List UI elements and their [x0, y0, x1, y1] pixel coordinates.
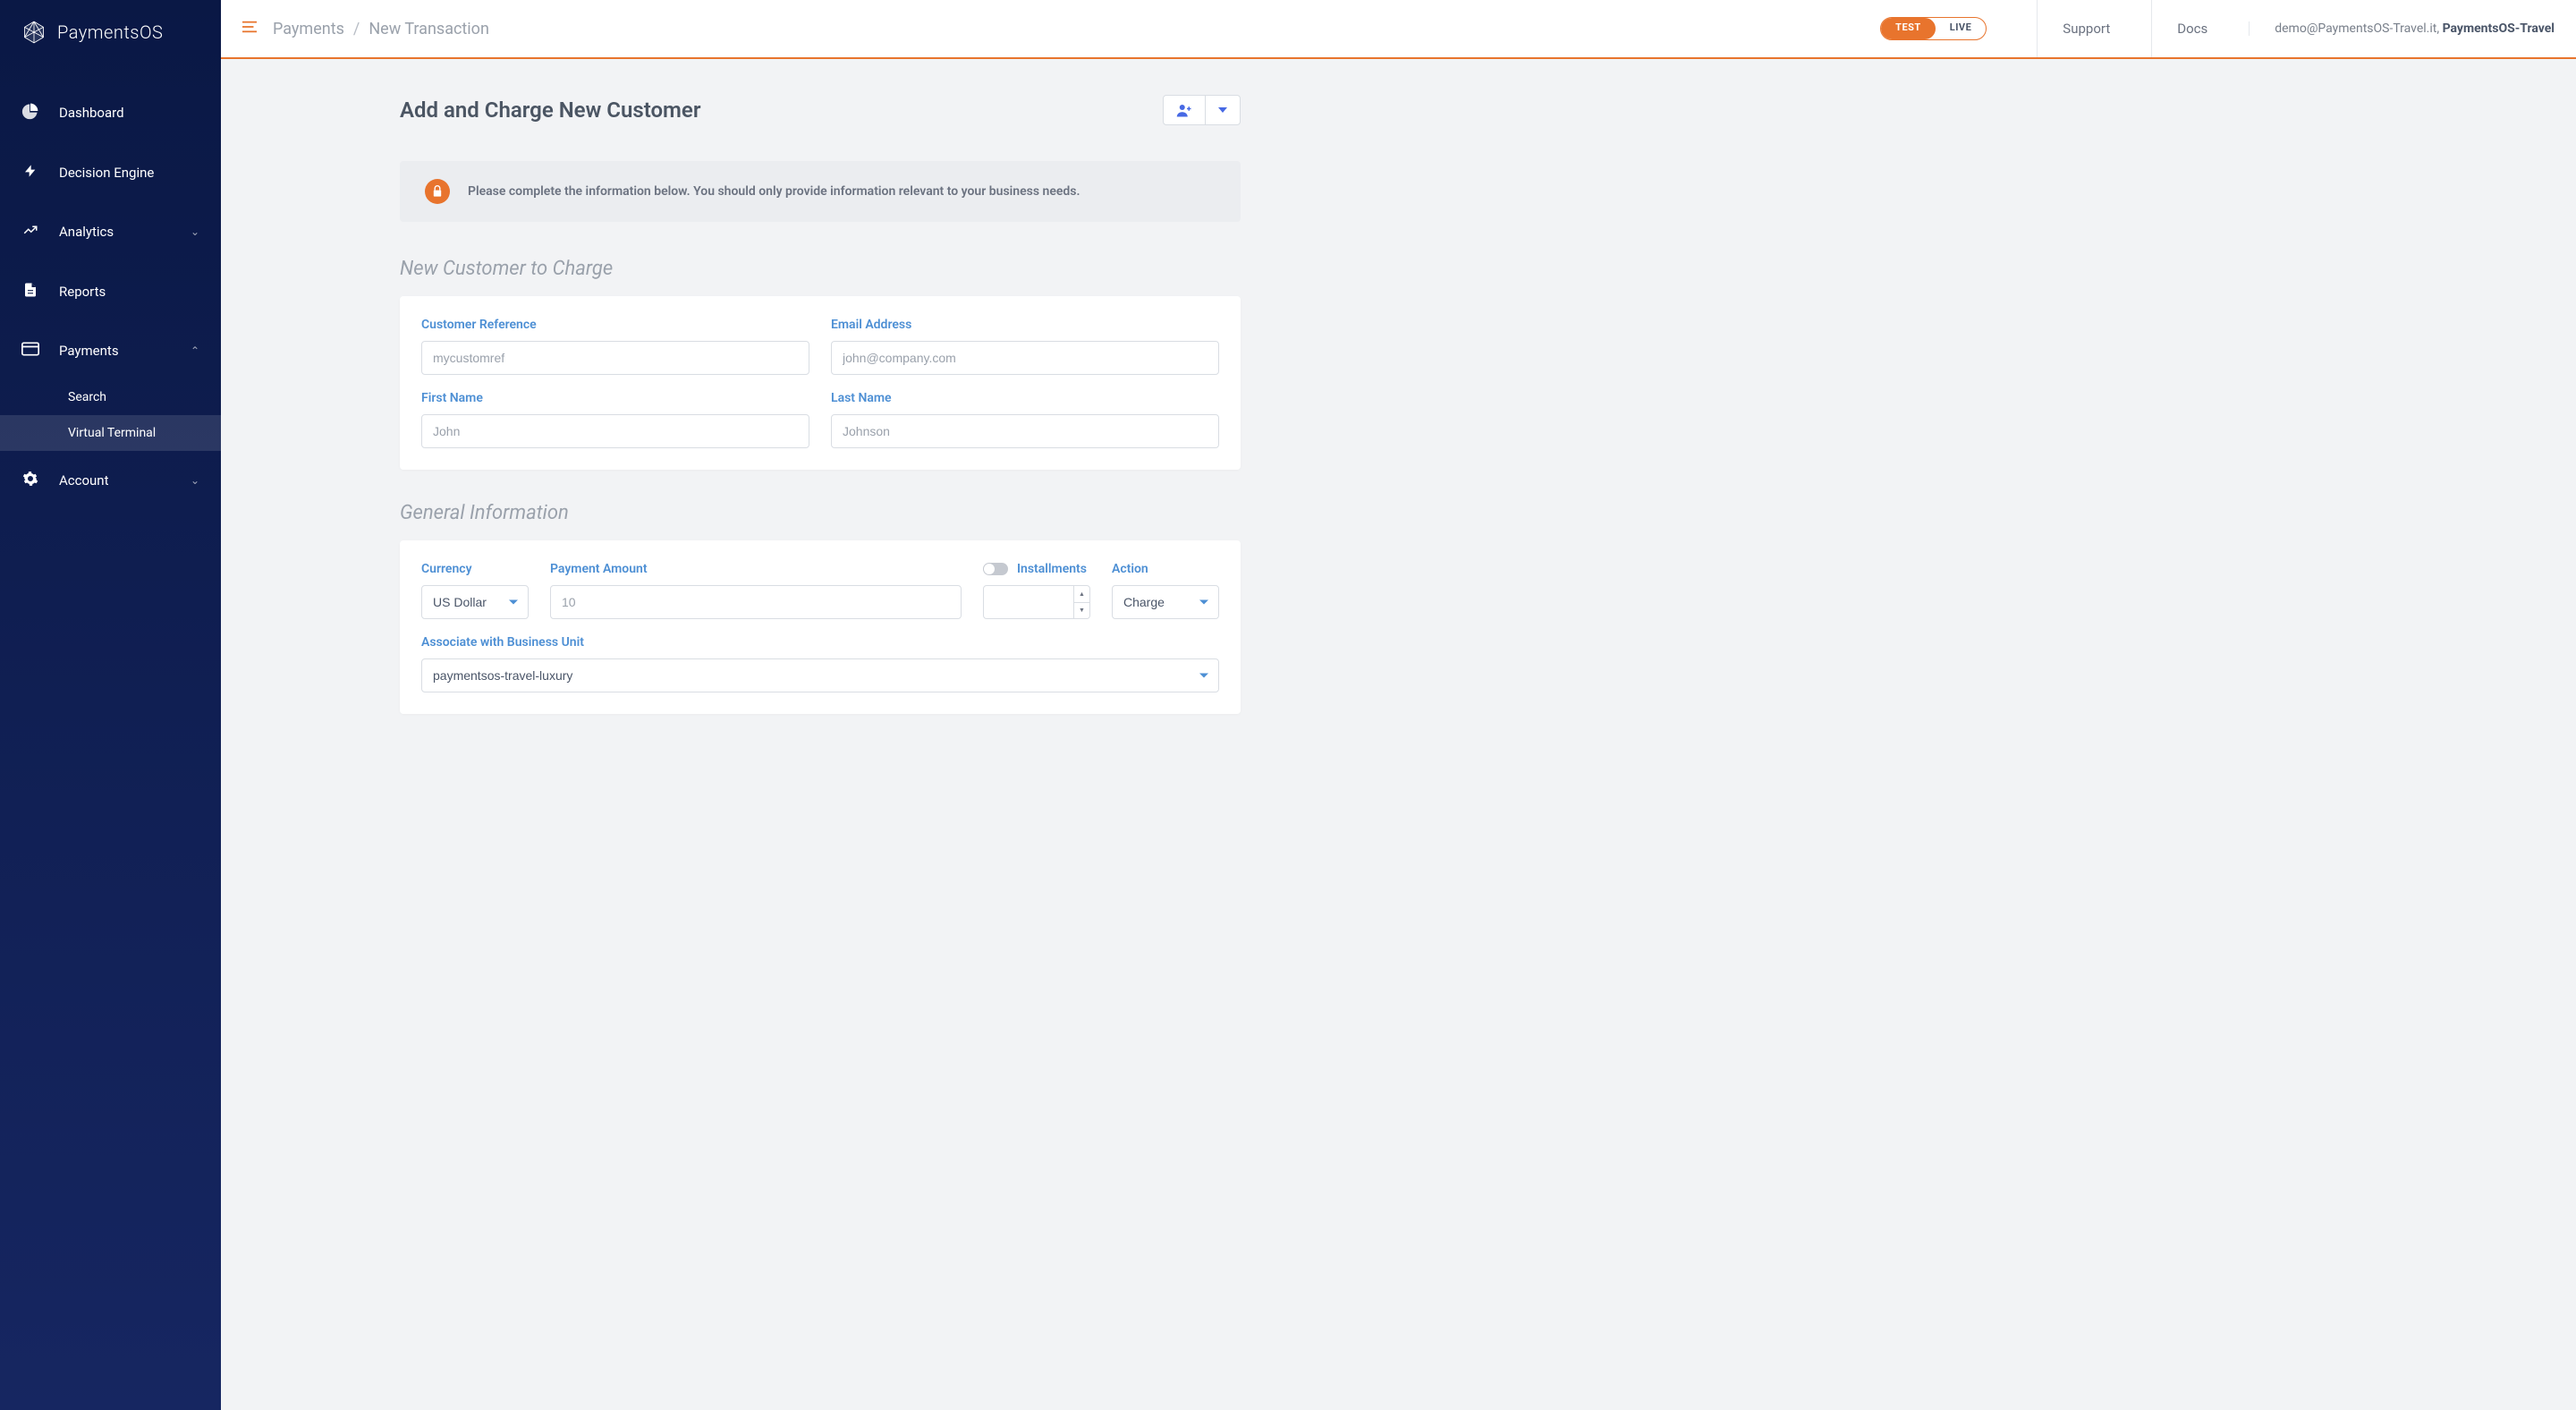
document-icon	[21, 281, 39, 302]
customer-dropdown-button[interactable]	[1206, 96, 1240, 124]
installments-up-button[interactable]: ▲	[1074, 586, 1089, 603]
credit-card-icon	[21, 342, 39, 360]
first-name-label: First Name	[421, 391, 809, 405]
customer-card: Customer Reference Email Address First N…	[400, 296, 1241, 470]
currency-label: Currency	[421, 562, 529, 576]
installments-label: Installments	[1017, 562, 1087, 576]
hamburger-icon[interactable]	[242, 21, 257, 37]
first-name-input[interactable]	[421, 414, 809, 448]
topnav-support[interactable]: Support	[2037, 0, 2135, 57]
payment-amount-label: Payment Amount	[550, 562, 962, 576]
pie-chart-icon	[21, 102, 39, 123]
breadcrumb-current: New Transaction	[369, 20, 489, 38]
breadcrumb: Payments / New Transaction	[273, 20, 489, 38]
nav-payments[interactable]: Payments ⌃	[0, 322, 221, 379]
user-email: demo@PaymentsOS-Travel.it	[2275, 21, 2436, 36]
nav: Dashboard Decision Engine Analytics ⌄ R	[0, 64, 221, 510]
user-info[interactable]: demo@PaymentsOS-Travel.it, PaymentsOS-Tr…	[2249, 21, 2555, 36]
nav-analytics[interactable]: Analytics ⌄	[0, 202, 221, 261]
page-title: Add and Charge New Customer	[400, 98, 700, 123]
bolt-icon	[21, 163, 39, 183]
chevron-down-icon: ⌄	[191, 225, 199, 238]
installments-down-button[interactable]: ▼	[1074, 603, 1089, 619]
logo-icon	[21, 20, 47, 45]
logo[interactable]: PaymentsOS	[0, 0, 221, 64]
business-unit-select[interactable]	[421, 658, 1219, 692]
chevron-up-icon: ⌃	[191, 344, 199, 357]
breadcrumb-parent[interactable]: Payments	[273, 20, 344, 38]
nav-payments-search[interactable]: Search	[0, 379, 221, 415]
last-name-label: Last Name	[831, 391, 1219, 405]
info-banner-text: Please complete the information below. Y…	[468, 184, 1080, 199]
section-customer-title: New Customer to Charge	[400, 258, 1241, 280]
customer-reference-label: Customer Reference	[421, 318, 809, 332]
payment-amount-input[interactable]	[550, 585, 962, 619]
business-unit-label: Associate with Business Unit	[421, 635, 1219, 650]
nav-payments-virtual-terminal[interactable]: Virtual Terminal	[0, 415, 221, 451]
environment-toggle[interactable]: TEST LIVE	[1880, 17, 1987, 40]
action-label: Action	[1112, 562, 1219, 576]
installments-toggle[interactable]	[983, 563, 1008, 575]
section-general-title: General Information	[400, 502, 1241, 524]
gear-icon	[21, 471, 39, 490]
user-plus-icon	[1176, 103, 1192, 117]
env-live[interactable]: LIVE	[1936, 18, 1987, 39]
email-label: Email Address	[831, 318, 1219, 332]
customer-reference-input[interactable]	[421, 341, 809, 375]
sidebar: PaymentsOS Dashboard Decision Engine Ana…	[0, 0, 221, 1410]
last-name-input[interactable]	[831, 414, 1219, 448]
env-test[interactable]: TEST	[1881, 18, 1936, 39]
user-org: PaymentsOS-Travel	[2443, 21, 2555, 36]
caret-down-icon	[1218, 107, 1227, 113]
topnav-docs[interactable]: Docs	[2151, 0, 2233, 57]
add-customer-button[interactable]	[1164, 96, 1206, 124]
customer-action-button-group	[1163, 95, 1241, 125]
info-banner: Please complete the information below. Y…	[400, 161, 1241, 222]
nav-account[interactable]: Account ⌄	[0, 451, 221, 510]
app-name: PaymentsOS	[57, 21, 163, 43]
currency-select[interactable]	[421, 585, 529, 619]
action-select[interactable]	[1112, 585, 1219, 619]
nav-dashboard[interactable]: Dashboard	[0, 82, 221, 143]
chart-line-icon	[21, 222, 39, 242]
nav-reports[interactable]: Reports	[0, 261, 221, 322]
nav-decision-engine[interactable]: Decision Engine	[0, 143, 221, 202]
topbar: Payments / New Transaction TEST LIVE Sup…	[221, 0, 2576, 59]
email-input[interactable]	[831, 341, 1219, 375]
lock-icon	[425, 179, 450, 204]
general-card: Currency Payment Amount	[400, 540, 1241, 714]
chevron-down-icon: ⌄	[191, 474, 199, 487]
